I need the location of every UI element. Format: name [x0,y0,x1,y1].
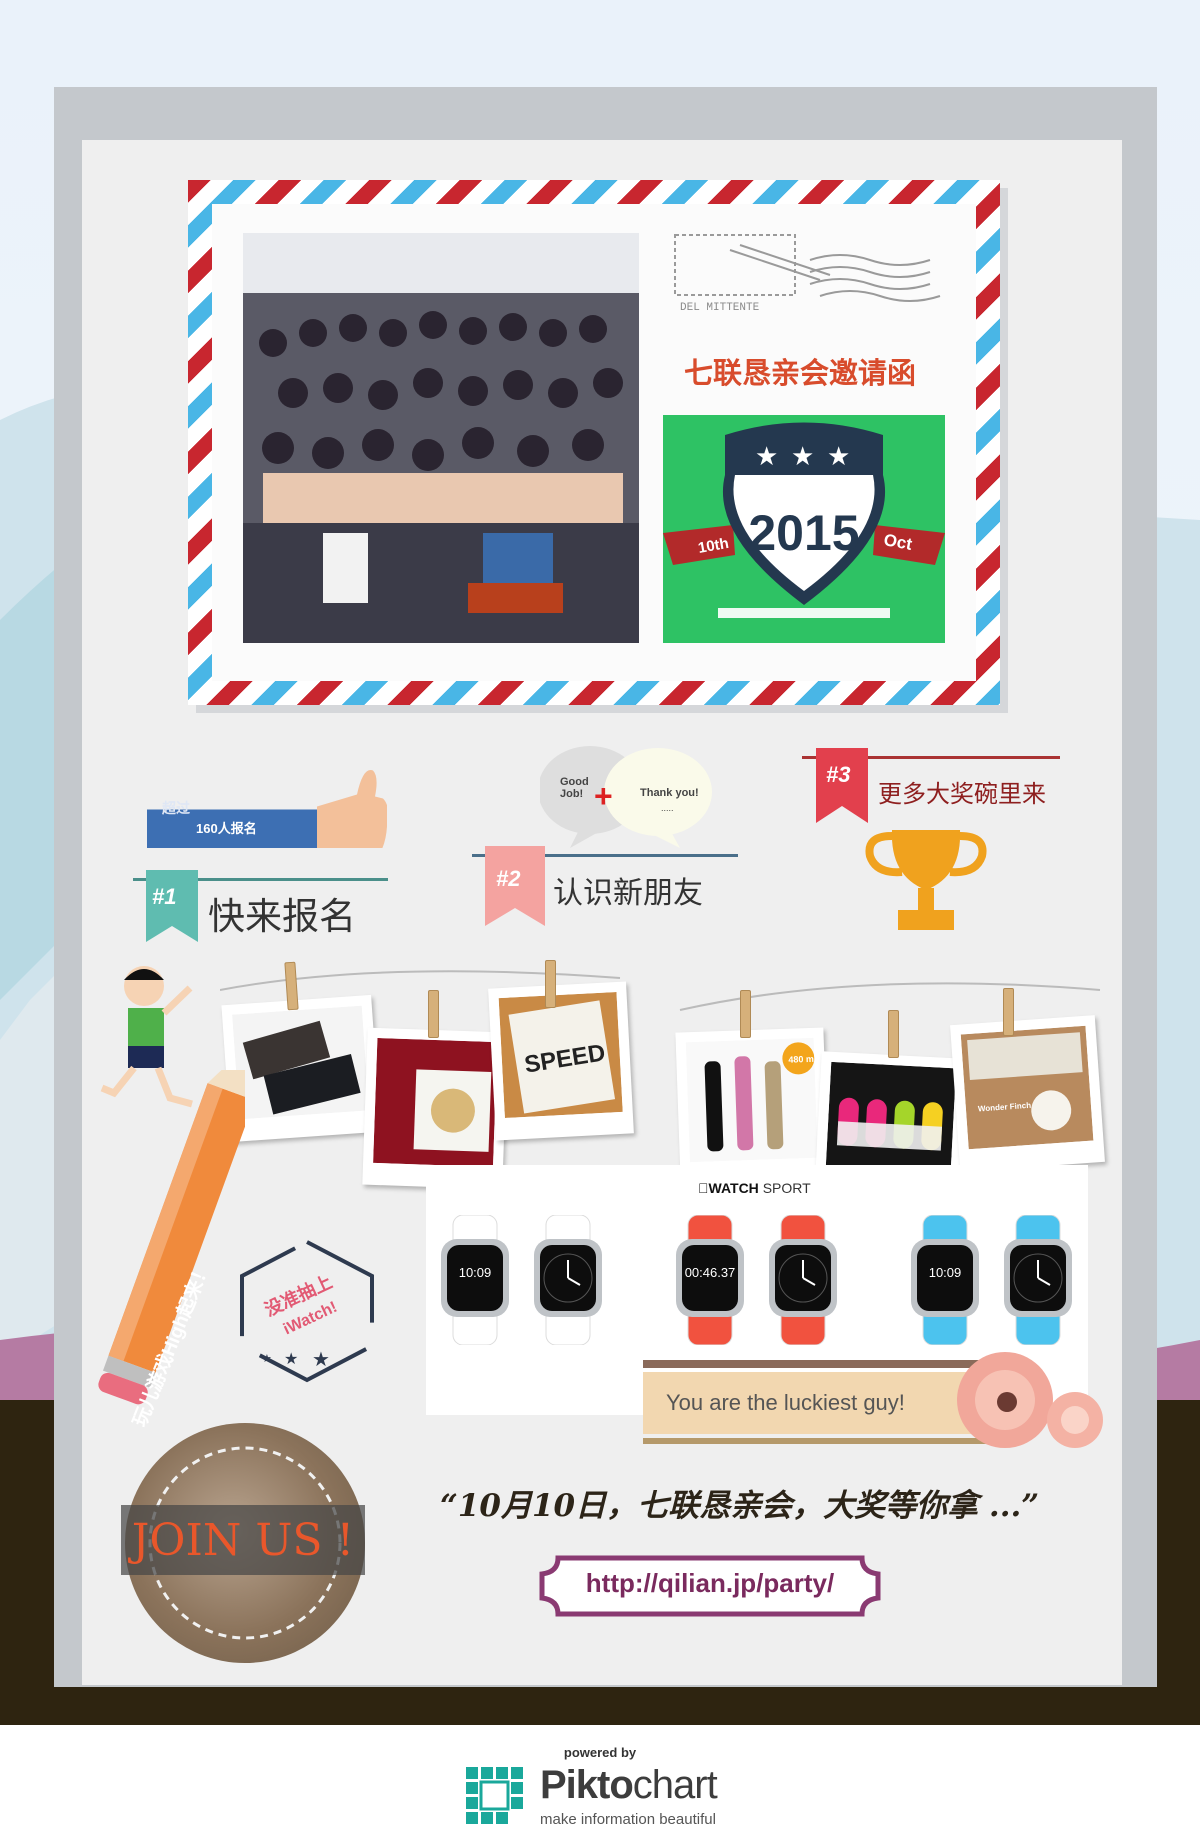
svg-text:★: ★ [791,441,814,471]
watch-brand: WATCH SPORT [698,1180,811,1196]
bubble-thank-you: Thank you! [640,787,699,799]
event-quote: “10月10日，七联恳亲会，大奖等你拿 ...” [440,1488,1040,1524]
svg-text:★: ★ [827,441,850,471]
bubble-dots: ..... [661,803,674,813]
lucky-banner-bottom [643,1438,988,1444]
apple-watch-icon [1004,1215,1072,1345]
bubble-plus: + [594,778,613,814]
clothespin [1003,988,1014,1036]
clothespin [428,990,439,1038]
prize-photo-thermos: 480 ml [675,1027,829,1185]
svg-text:DEL MITTENTE: DEL MITTENTE [680,302,760,314]
svg-text:★: ★ [312,1349,330,1371]
apple-watch-icon [769,1215,837,1345]
brand-bold: Pikto [540,1763,634,1807]
postmark-stamp: DEL MITTENTE [674,234,941,314]
lucky-banner-top [643,1360,993,1368]
prize-photo-speed-book: SPEED [488,981,634,1141]
section2-title: 认识新朋友 [553,876,703,911]
watch-brand-name: WATCH [698,1180,759,1196]
piktochart-logo[interactable]: Piktochart make information beautiful [466,1763,736,1831]
section3-title: 更多大奖碗里来 [878,780,1046,808]
clothespin [740,990,751,1038]
signup-label: 超过 [162,800,190,816]
clothespin [545,960,556,1008]
invitation-title: 七联恳亲会邀请函 [683,356,916,390]
join-us-button[interactable]: JOIN US ! [121,1515,365,1566]
group-photo [243,233,639,643]
watch-time: 10:09 [929,1265,962,1280]
prize-photo-cafe: Wonder Finch [950,1015,1105,1172]
lucky-text: You are the luckiest guy! [666,1390,905,1415]
flowers-icon [957,1352,1103,1448]
section3-number: #3 [826,762,851,787]
section1-title: 快来报名 [208,895,356,938]
prize-photo-wallet [221,994,381,1143]
powered-by-label: powered by [563,1745,637,1760]
apple-watch-icon: 00:46.37 [676,1215,744,1345]
clothespin [888,1010,899,1058]
trophy-icon [865,830,987,930]
bottle-capacity: 480 ml [788,1054,816,1065]
signup-count: 160人报名 [196,821,257,836]
apple-watch-icon [534,1215,602,1345]
apple-watch-icon: 10:09 [441,1215,509,1345]
watch-time: 00:46.37 [685,1265,736,1280]
section2-number: #2 [496,866,521,891]
badge-year: 2015 [748,505,859,561]
apple-watch-icon: 10:09 [911,1215,979,1345]
year-badge-panel: ★ ★ ★ 2015 10th Oct [663,415,945,643]
thumbs-up-icon [147,770,387,848]
watch-brand-suffix: SPORT [752,1180,811,1196]
svg-text:★: ★ [262,1353,272,1365]
watch-time: 10:09 [459,1265,492,1280]
svg-text:★: ★ [755,441,778,471]
brand-light: chart [632,1763,718,1807]
piktochart-mark-icon [466,1767,523,1824]
party-url-link[interactable]: http://qilian.jp/party/ [538,1568,882,1599]
svg-text:★: ★ [284,1351,298,1368]
shield-badge-icon: ★ ★ ★ 2015 10th Oct [663,422,945,618]
section1-number: #1 [152,884,177,909]
brand-tagline: make information beautiful [540,1811,716,1828]
